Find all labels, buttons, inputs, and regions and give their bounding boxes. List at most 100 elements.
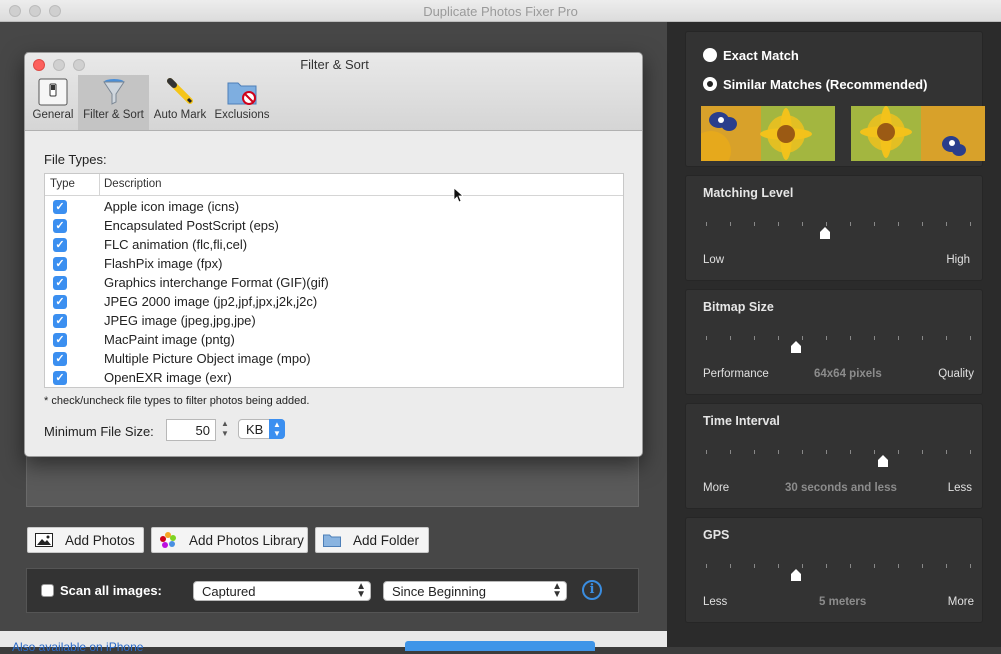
table-row: ✓ OpenEXR image (exr): [45, 369, 623, 387]
exact-match-label: Exact Match: [723, 48, 799, 63]
file-type-checkbox[interactable]: ✓: [53, 219, 67, 233]
info-icon[interactable]: i: [582, 580, 602, 600]
slider-knob[interactable]: [791, 341, 801, 353]
slider-tick: [826, 564, 827, 568]
table-row: ✓ Apple icon image (icns): [45, 198, 623, 217]
slider-tick: [946, 336, 947, 340]
tab-filter-sort-label: Filter & Sort: [83, 109, 144, 121]
slider-tick: [730, 564, 731, 568]
bitmap-value-label: 64x64 pixels: [814, 368, 882, 380]
slider-tick: [778, 564, 779, 568]
scan-all-checkbox[interactable]: [41, 584, 54, 597]
gps-more-label: More: [947, 596, 974, 608]
slider-tick: [730, 336, 731, 340]
column-separator: [99, 174, 100, 196]
table-row: ✓ MacPaint image (pntg): [45, 331, 623, 350]
slider-tick: [946, 450, 947, 454]
add-photos-library-button[interactable]: Add Photos Library: [151, 527, 308, 553]
iphone-link[interactable]: Also available on iPhone: [12, 640, 143, 654]
captured-select[interactable]: Captured ▲ ▼: [193, 581, 371, 601]
bitmap-size-box: Bitmap Size Performance 64x64 pixels Qua…: [685, 289, 983, 395]
excluded-folder-icon: [227, 82, 257, 105]
file-type-description: Graphics interchange Format (GIF)(gif): [104, 275, 329, 290]
gps-slider[interactable]: [706, 564, 971, 581]
table-row: ✓ FlashPix image (fpx): [45, 255, 623, 274]
slider-tick: [922, 336, 923, 340]
slider-tick: [754, 336, 755, 340]
size-unit-value: KB: [246, 422, 264, 437]
file-type-description: Apple icon image (icns): [104, 199, 240, 214]
slider-tick: [874, 336, 875, 340]
slider-tick: [850, 564, 851, 568]
column-type[interactable]: Type: [50, 178, 75, 190]
tab-filter-sort[interactable]: Filter & Sort: [78, 75, 149, 130]
slider-tick: [706, 336, 707, 340]
file-type-description: FlashPix image (fpx): [104, 256, 223, 271]
since-select-value: Since Beginning: [392, 584, 486, 599]
bitmap-size-slider[interactable]: [706, 336, 971, 353]
mouse-cursor-icon: [453, 187, 463, 203]
file-types-table: Type Description ✓ Apple icon image (icns…: [44, 173, 624, 388]
min-file-size-stepper[interactable]: ▲ ▼: [219, 419, 231, 441]
matching-level-slider[interactable]: [706, 222, 971, 239]
file-type-checkbox[interactable]: ✓: [53, 238, 67, 252]
similar-match-radio[interactable]: [703, 77, 717, 91]
column-description[interactable]: Description: [104, 178, 162, 190]
add-photos-library-label: Add Photos Library: [189, 532, 304, 548]
scan-options-bar: Scan all images: Captured ▲ ▼ Since Begin…: [26, 568, 639, 613]
scan-all-label: Scan all images:: [60, 583, 162, 598]
slider-tick: [706, 450, 707, 454]
time-value-label: 30 seconds and less: [785, 482, 897, 494]
slider-knob[interactable]: [820, 227, 830, 239]
similar-match-label: Similar Matches (Recommended): [723, 77, 928, 92]
slider-tick: [802, 222, 803, 226]
gps-title: GPS: [703, 528, 730, 542]
exact-match-radio[interactable]: [703, 48, 717, 62]
file-type-checkbox[interactable]: ✓: [53, 276, 67, 290]
time-interval-slider[interactable]: [706, 450, 971, 467]
slider-tick: [970, 222, 971, 226]
tab-auto-mark-label: Auto Mark: [153, 109, 207, 121]
slider-tick: [778, 222, 779, 226]
slider-tick: [898, 222, 899, 226]
slider-tick: [850, 450, 851, 454]
table-row: ✓ Encapsulated PostScript (eps): [45, 217, 623, 236]
photo-icon: [35, 533, 53, 547]
add-photos-button[interactable]: Add Photos: [27, 527, 144, 553]
slider-tick: [922, 222, 923, 226]
sample-photo-1: [701, 106, 835, 161]
slider-tick: [706, 222, 707, 226]
time-interval-title: Time Interval: [703, 414, 780, 428]
file-type-description: JPEG 2000 image (jp2,jpf,jpx,j2k,j2c): [104, 294, 318, 309]
min-file-size-input[interactable]: 50: [166, 419, 216, 441]
slider-knob[interactable]: [791, 569, 801, 581]
tab-auto-mark[interactable]: Auto Mark: [151, 75, 209, 130]
add-folder-button[interactable]: Add Folder: [315, 527, 429, 553]
file-type-checkbox[interactable]: ✓: [53, 200, 67, 214]
slider-tick: [754, 450, 755, 454]
slider-tick: [922, 564, 923, 568]
slider-tick: [778, 336, 779, 340]
matching-level-box: Matching Level Low High: [685, 175, 983, 281]
tab-general[interactable]: General: [28, 75, 78, 130]
slider-tick: [898, 450, 899, 454]
file-type-checkbox[interactable]: ✓: [53, 333, 67, 347]
file-type-checkbox[interactable]: ✓: [53, 295, 67, 309]
slider-tick: [826, 450, 827, 454]
file-type-checkbox[interactable]: ✓: [53, 314, 67, 328]
filter-content: File Types: Type Description ✓ Apple icon…: [25, 132, 642, 456]
table-row: ✓ Multiple Picture Object image (mpo): [45, 350, 623, 369]
scan-button-partial[interactable]: [405, 641, 595, 651]
file-type-checkbox[interactable]: ✓: [53, 371, 67, 385]
slider-tick: [970, 564, 971, 568]
match-mode-box: Exact Match Similar Matches (Recommended…: [685, 31, 985, 167]
slider-tick: [826, 222, 827, 226]
dialog-title: Filter & Sort: [300, 57, 369, 72]
file-type-checkbox[interactable]: ✓: [53, 257, 67, 271]
filter-note: * check/uncheck file types to filter pho…: [44, 395, 310, 407]
tab-exclusions[interactable]: Exclusions: [211, 75, 273, 130]
size-unit-select[interactable]: KB ▲ ▼: [238, 419, 285, 439]
file-type-checkbox[interactable]: ✓: [53, 352, 67, 366]
slider-knob[interactable]: [878, 455, 888, 467]
since-select[interactable]: Since Beginning ▲ ▼: [383, 581, 567, 601]
